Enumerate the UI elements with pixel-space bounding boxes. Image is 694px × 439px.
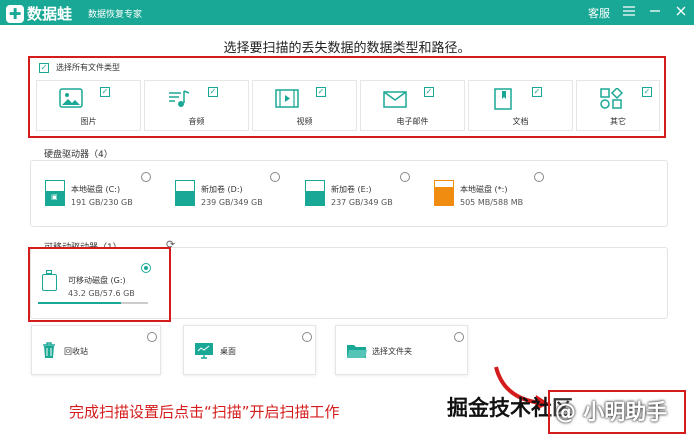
drive-d[interactable]: 新加卷 (D:) 239 GB/349 GB: [175, 170, 300, 210]
select-folder-radio[interactable]: [454, 332, 464, 342]
select-all-label: 选择所有文件类型: [56, 63, 120, 72]
drive-icon: [175, 180, 195, 206]
usb-drive-icon: [42, 270, 57, 291]
drive-size: 191 GB/230 GB: [71, 198, 133, 207]
file-type-label: 电子邮件: [396, 117, 429, 126]
file-type-other[interactable]: ✓ 其它: [576, 80, 660, 131]
windows-icon: ▣: [51, 193, 58, 201]
drive-size: 237 GB/349 GB: [331, 198, 393, 207]
file-type-label: 其它: [610, 117, 626, 126]
file-type-label: 文档: [512, 117, 529, 126]
title-bar: ✚ 数据蛙 数据恢复专家 客服: [0, 0, 694, 25]
drive-icon: ▣: [45, 180, 65, 206]
app-logo: ✚ 数据蛙: [6, 3, 72, 24]
drive-icon: [434, 180, 454, 206]
file-type-label: 视频: [296, 117, 313, 126]
location-label: 选择文件夹: [372, 347, 412, 356]
video-icon: [275, 88, 299, 110]
close-icon[interactable]: [668, 6, 694, 19]
recycle-bin-icon: [42, 342, 56, 363]
location-recycle-bin[interactable]: 回收站: [31, 325, 161, 375]
file-type-video[interactable]: ✓ 视频: [252, 80, 357, 131]
other-icon: [599, 86, 624, 110]
page-heading: 选择要扫描的丢失数据的数据类型和路径。: [223, 41, 471, 56]
drive-e-radio[interactable]: [400, 172, 410, 182]
drive-c[interactable]: ▣ 本地磁盘 (C:) 191 GB/230 GB: [45, 170, 170, 210]
app-name: 数据蛙: [27, 5, 73, 23]
email-icon: [383, 88, 407, 110]
instruction-caption: 完成扫描设置后点击“扫描”开启扫描工作: [69, 403, 340, 421]
drive-name: 新加卷 (D:): [201, 185, 243, 194]
drive-g[interactable]: 可移动磁盘 (G:) 43.2 GB/57.6 GB: [38, 258, 158, 308]
file-type-label: 图片: [80, 117, 97, 126]
drive-name: 本地磁盘 (*:): [460, 185, 508, 194]
drive-name: 新加卷 (E:): [331, 185, 372, 194]
video-checkbox[interactable]: ✓: [316, 87, 326, 97]
hard-drives-title: 硬盘驱动器（4）: [44, 150, 113, 160]
app-logo-icon: ✚: [6, 4, 24, 23]
drive-e[interactable]: 新加卷 (E:) 237 GB/349 GB: [305, 170, 430, 210]
app-subtitle: 数据恢复专家: [88, 10, 143, 20]
audio-icon: [167, 88, 191, 110]
file-type-audio[interactable]: ✓ 音频: [144, 80, 249, 131]
other-checkbox[interactable]: ✓: [642, 87, 652, 97]
drive-size: 239 GB/349 GB: [201, 198, 263, 207]
file-type-document[interactable]: ✓ 文档: [468, 80, 573, 131]
drive-name: 可移动磁盘 (G:): [68, 276, 126, 285]
drive-g-radio[interactable]: [141, 263, 151, 273]
file-type-picture[interactable]: ✓ 图片: [36, 80, 141, 131]
email-checkbox[interactable]: ✓: [424, 87, 434, 97]
drive-name: 本地磁盘 (C:): [71, 185, 121, 194]
folder-icon: [346, 343, 368, 363]
location-select-folder[interactable]: 选择文件夹: [335, 325, 468, 375]
drive-size: 43.2 GB/57.6 GB: [68, 289, 135, 298]
recycle-bin-radio[interactable]: [147, 332, 157, 342]
drive-d-radio[interactable]: [270, 172, 280, 182]
audio-checkbox[interactable]: ✓: [208, 87, 218, 97]
location-label: 桌面: [220, 347, 236, 356]
drive-icon: [305, 180, 325, 206]
location-label: 回收站: [64, 347, 88, 356]
drive-size: 505 MB/588 MB: [460, 198, 524, 207]
minimize-icon[interactable]: [642, 6, 668, 19]
desktop-icon: [194, 342, 214, 363]
desktop-radio[interactable]: [302, 332, 312, 342]
document-checkbox[interactable]: ✓: [532, 87, 542, 97]
hamburger-icon[interactable]: [616, 6, 642, 19]
select-all-checkbox[interactable]: ✓: [39, 63, 49, 73]
customer-service-link[interactable]: 客服: [582, 5, 616, 21]
picture-checkbox[interactable]: ✓: [100, 87, 110, 97]
document-icon: [491, 88, 515, 110]
location-desktop[interactable]: 桌面: [183, 325, 316, 375]
file-type-email[interactable]: ✓ 电子邮件: [360, 80, 465, 131]
drive-star-radio[interactable]: [534, 172, 544, 182]
watermark-user: @ 小明助手: [555, 400, 668, 424]
usage-bar: [38, 302, 148, 304]
drive-c-radio[interactable]: [141, 172, 151, 182]
picture-icon: [59, 88, 83, 110]
file-type-label: 音频: [188, 117, 205, 126]
